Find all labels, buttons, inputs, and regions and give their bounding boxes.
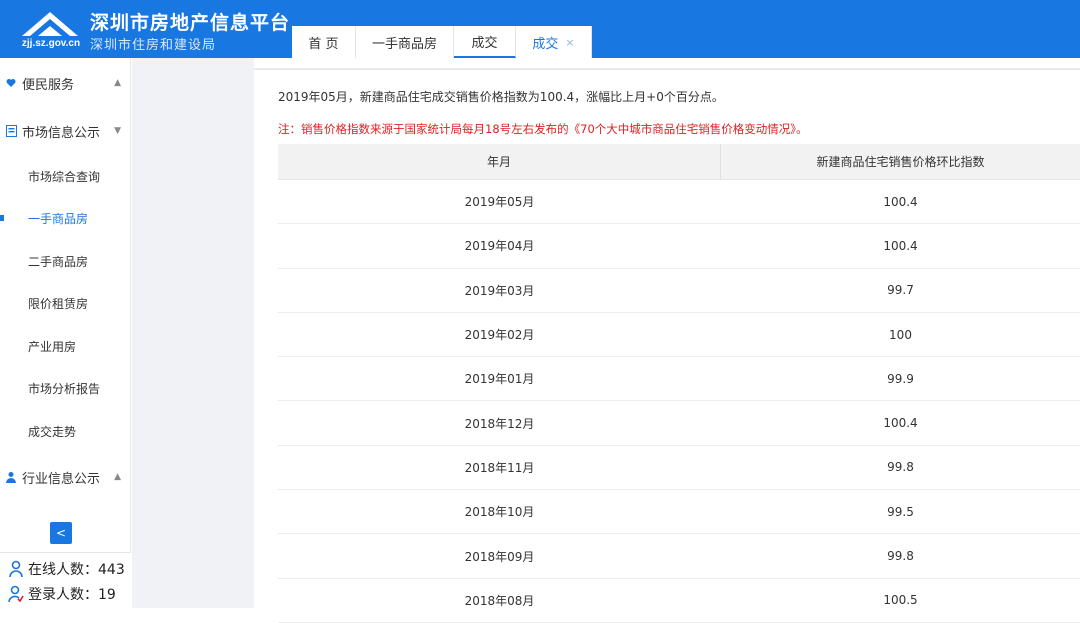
online-count-label: 在线人数：443 bbox=[28, 562, 125, 578]
column-header-index: 新建商品住宅销售价格环比指数 bbox=[816, 155, 985, 169]
cell-index: 100.4 bbox=[883, 194, 918, 209]
sidebar-item-new-homes[interactable]: 一手商品房 bbox=[0, 203, 131, 233]
sidebar: 便民服务 ▲ 市场信息公示 ▼ 市场综合查询 一手商品房 二手商品房 限价租赁房… bbox=[0, 58, 131, 608]
cell-index: 99.8 bbox=[887, 460, 914, 475]
data-source-note: 注：销售价格指数来源于国家统计局每月18号左右发布的《70个大中城市商品住宅销售… bbox=[278, 122, 808, 136]
sidebar-item-label: 限价租赁房 bbox=[28, 296, 89, 311]
sidebar-item-label: 成交走势 bbox=[28, 424, 77, 439]
table-row: 2018年09月 99.8 bbox=[278, 534, 1080, 579]
main-content: 2019年05月，新建商品住宅成交销售价格指数为100.4，涨幅比上月+0个百分… bbox=[254, 58, 1080, 623]
sidebar-group-services[interactable]: 便民服务 ▲ bbox=[0, 66, 131, 100]
user-group-icon bbox=[5, 471, 17, 483]
sidebar-item-market-report[interactable]: 市场分析报告 bbox=[0, 373, 131, 403]
cell-month: 2019年04月 bbox=[464, 239, 535, 254]
heart-icon bbox=[5, 77, 17, 89]
close-icon[interactable]: × bbox=[565, 36, 574, 49]
cell-index: 99.5 bbox=[887, 504, 914, 519]
sidebar-item-industrial[interactable]: 产业用房 bbox=[0, 331, 131, 361]
sidebar-item-trend[interactable]: 成交走势 bbox=[0, 416, 131, 446]
user-icon bbox=[9, 560, 23, 578]
column-header-month: 年月 bbox=[278, 144, 721, 179]
house-logo-icon bbox=[22, 12, 78, 36]
cell-month: 2018年12月 bbox=[464, 416, 535, 431]
cell-month: 2019年05月 bbox=[464, 195, 535, 210]
tab-label: 成交 bbox=[532, 36, 559, 52]
sidebar-item-label: 产业用房 bbox=[28, 339, 77, 354]
table-row: 2019年03月 99.7 bbox=[278, 269, 1080, 313]
chevron-up-icon: ▲ bbox=[114, 78, 121, 88]
sidebar-item-label: 市场综合查询 bbox=[28, 169, 101, 184]
content-gutter bbox=[132, 58, 254, 608]
table-row: 2019年01月 99.9 bbox=[278, 357, 1080, 402]
price-index-table: 年月 新建商品住宅销售价格环比指数 2019年05月 100.4 2019年04月… bbox=[278, 144, 1080, 623]
sidebar-item-second-hand[interactable]: 二手商品房 bbox=[0, 246, 131, 276]
sidebar-item-label: 一手商品房 bbox=[28, 211, 89, 226]
cell-month: 2018年10月 bbox=[464, 505, 535, 520]
table-row: 2018年08月 100.5 bbox=[278, 579, 1080, 623]
cell-month: 2019年01月 bbox=[464, 372, 535, 387]
tab-bar: 首 页 一手商品房 成交 成交 × bbox=[292, 26, 592, 58]
site-subtitle: 深圳市住房和建设局 bbox=[90, 38, 217, 53]
cell-index: 100.4 bbox=[883, 238, 918, 253]
cell-index: 100.4 bbox=[883, 416, 918, 431]
collapse-sidebar-button[interactable]: < bbox=[50, 522, 72, 544]
site-logo[interactable]: zjj.sz.gov.cn bbox=[18, 6, 82, 54]
table-row: 2019年02月 100 bbox=[278, 313, 1080, 358]
document-icon bbox=[5, 125, 17, 137]
table-row: 2018年12月 100.4 bbox=[278, 401, 1080, 446]
cell-month: 2019年03月 bbox=[464, 283, 535, 298]
table-row: 2019年05月 100.4 bbox=[278, 180, 1080, 225]
sidebar-item-label: 二手商品房 bbox=[28, 254, 89, 269]
table-header: 年月 新建商品住宅销售价格环比指数 bbox=[278, 144, 1080, 180]
tab-transactions-active[interactable]: 成交 × bbox=[516, 26, 592, 58]
cell-index: 100 bbox=[889, 327, 912, 342]
sidebar-group-industry-info[interactable]: 行业信息公示 ▲ bbox=[0, 460, 131, 494]
online-stats: 在线人数：443 登录人数：19 bbox=[0, 552, 131, 608]
price-index-summary: 2019年05月，新建商品住宅成交销售价格指数为100.4，涨幅比上月+0个百分… bbox=[278, 90, 724, 104]
cell-month: 2018年09月 bbox=[464, 549, 535, 564]
sidebar-item-market-query[interactable]: 市场综合查询 bbox=[0, 161, 131, 191]
sidebar-item-label: 市场分析报告 bbox=[28, 381, 101, 396]
table-row: 2019年04月 100.4 bbox=[278, 224, 1080, 269]
cell-month: 2018年11月 bbox=[464, 460, 535, 475]
cell-index: 99.8 bbox=[887, 549, 914, 564]
sidebar-group-label: 行业信息公示 bbox=[22, 471, 101, 487]
logo-url-text: zjj.sz.gov.cn bbox=[21, 38, 81, 49]
login-count-label: 登录人数：19 bbox=[28, 587, 116, 603]
tab-home[interactable]: 首 页 bbox=[292, 26, 356, 58]
tab-label: 首 页 bbox=[308, 36, 339, 52]
table-row: 2018年11月 99.8 bbox=[278, 446, 1080, 491]
tab-label: 一手商品房 bbox=[371, 36, 437, 52]
site-title: 深圳市房地产信息平台 bbox=[90, 12, 291, 34]
tab-label: 成交 bbox=[471, 35, 498, 51]
user-login-icon bbox=[8, 585, 24, 603]
cell-index: 99.9 bbox=[887, 371, 914, 386]
sidebar-group-market-info[interactable]: 市场信息公示 ▼ bbox=[0, 114, 131, 148]
sidebar-group-label: 市场信息公示 bbox=[22, 125, 101, 141]
cell-month: 2018年08月 bbox=[464, 593, 535, 608]
online-count: 在线人数：443 bbox=[8, 559, 125, 579]
cell-month: 2019年02月 bbox=[464, 328, 535, 343]
tab-transactions[interactable]: 成交 bbox=[454, 26, 516, 58]
cell-index: 99.7 bbox=[887, 283, 914, 298]
sidebar-group-label: 便民服务 bbox=[22, 77, 75, 93]
chevron-down-icon: ▼ bbox=[114, 126, 121, 136]
active-indicator bbox=[0, 215, 4, 221]
tab-new-homes[interactable]: 一手商品房 bbox=[356, 26, 454, 58]
login-count: 登录人数：19 bbox=[8, 584, 116, 604]
top-header: zjj.sz.gov.cn 深圳市房地产信息平台 深圳市住房和建设局 首 页 一… bbox=[0, 0, 1080, 58]
table-row: 2018年10月 99.5 bbox=[278, 490, 1080, 535]
divider bbox=[254, 68, 1080, 70]
chevron-up-icon: ▲ bbox=[114, 472, 121, 482]
cell-index: 100.5 bbox=[883, 593, 918, 608]
sidebar-item-price-limited-rental[interactable]: 限价租赁房 bbox=[0, 288, 131, 318]
